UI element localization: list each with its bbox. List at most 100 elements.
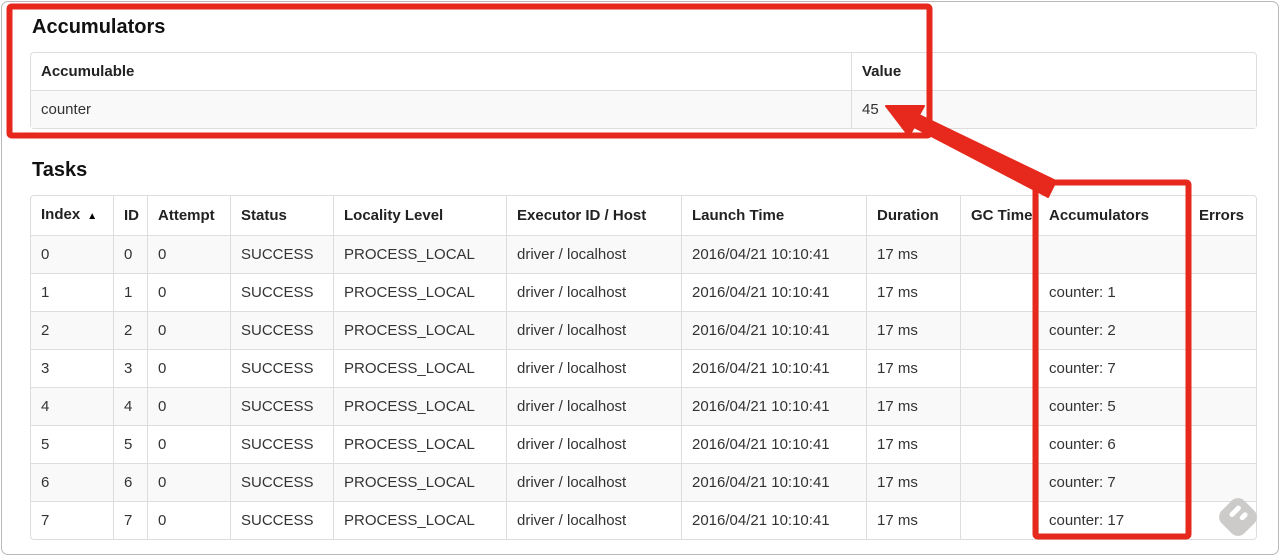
task-locality-cell: PROCESS_LOCAL [333, 349, 506, 387]
task-accumulators-cell [1038, 235, 1188, 273]
accumulator-row: counter 45 [31, 90, 1256, 128]
task-gc-time-cell [960, 501, 1038, 539]
task-launch-time-cell: 2016/04/21 10:10:41 [681, 349, 866, 387]
tasks-header-errors[interactable]: Errors [1188, 196, 1256, 235]
tasks-header-row: Index ▲ ID Attempt Status Locality Level … [31, 196, 1256, 235]
tasks-header-gc-time[interactable]: GC Time [960, 196, 1038, 235]
tasks-header-launch-time[interactable]: Launch Time [681, 196, 866, 235]
task-launch-time-cell: 2016/04/21 10:10:41 [681, 463, 866, 501]
task-id-cell: 2 [113, 311, 147, 349]
task-accumulators-cell: counter: 6 [1038, 425, 1188, 463]
task-gc-time-cell [960, 273, 1038, 311]
task-status-cell: SUCCESS [230, 273, 333, 311]
task-id-cell: 5 [113, 425, 147, 463]
task-locality-cell: PROCESS_LOCAL [333, 463, 506, 501]
tasks-header-executor-id-host[interactable]: Executor ID / Host [506, 196, 681, 235]
task-gc-time-cell [960, 387, 1038, 425]
task-id-cell: 7 [113, 501, 147, 539]
task-index-cell: 6 [31, 463, 113, 501]
task-index-cell: 4 [31, 387, 113, 425]
task-errors-cell [1188, 463, 1256, 501]
task-executor-cell: driver / localhost [506, 349, 681, 387]
task-row: 4 4 0 SUCCESS PROCESS_LOCAL driver / loc… [31, 387, 1256, 425]
task-status-cell: SUCCESS [230, 501, 333, 539]
task-gc-time-cell [960, 311, 1038, 349]
tasks-header-id[interactable]: ID [113, 196, 147, 235]
task-launch-time-cell: 2016/04/21 10:10:41 [681, 273, 866, 311]
task-errors-cell [1188, 425, 1256, 463]
task-gc-time-cell [960, 349, 1038, 387]
task-executor-cell: driver / localhost [506, 425, 681, 463]
task-row: 1 1 0 SUCCESS PROCESS_LOCAL driver / loc… [31, 273, 1256, 311]
task-id-cell: 6 [113, 463, 147, 501]
task-errors-cell [1188, 273, 1256, 311]
task-accumulators-cell: counter: 2 [1038, 311, 1188, 349]
task-attempt-cell: 0 [147, 311, 230, 349]
accumulators-table: Accumulable Value counter 45 [30, 52, 1257, 129]
task-row: 5 5 0 SUCCESS PROCESS_LOCAL driver / loc… [31, 425, 1256, 463]
tasks-header-locality-level[interactable]: Locality Level [333, 196, 506, 235]
task-attempt-cell: 0 [147, 463, 230, 501]
task-executor-cell: driver / localhost [506, 311, 681, 349]
task-accumulators-cell: counter: 7 [1038, 349, 1188, 387]
task-executor-cell: driver / localhost [506, 463, 681, 501]
task-attempt-cell: 0 [147, 349, 230, 387]
accumulable-column-header: Accumulable [41, 63, 135, 80]
task-attempt-cell: 0 [147, 273, 230, 311]
tasks-header-status[interactable]: Status [230, 196, 333, 235]
task-row: 0 0 0 SUCCESS PROCESS_LOCAL driver / loc… [31, 235, 1256, 273]
task-duration-cell: 17 ms [866, 311, 960, 349]
task-errors-cell [1188, 311, 1256, 349]
task-duration-cell: 17 ms [866, 501, 960, 539]
task-errors-cell [1188, 349, 1256, 387]
task-status-cell: SUCCESS [230, 349, 333, 387]
spark-stage-page: Accumulators Accumulable Value counter 4… [2, 2, 1278, 540]
task-attempt-cell: 0 [147, 235, 230, 273]
tasks-header-accumulators[interactable]: Accumulators [1038, 196, 1188, 235]
task-locality-cell: PROCESS_LOCAL [333, 425, 506, 463]
browser-content-window: Accumulators Accumulable Value counter 4… [1, 1, 1279, 555]
task-duration-cell: 17 ms [866, 349, 960, 387]
task-attempt-cell: 0 [147, 425, 230, 463]
task-status-cell: SUCCESS [230, 311, 333, 349]
task-row: 2 2 0 SUCCESS PROCESS_LOCAL driver / loc… [31, 311, 1256, 349]
tasks-header-index[interactable]: Index ▲ [31, 196, 113, 235]
task-attempt-cell: 0 [147, 387, 230, 425]
sort-ascending-icon: ▲ [87, 211, 98, 222]
task-errors-cell [1188, 387, 1256, 425]
task-status-cell: SUCCESS [230, 387, 333, 425]
task-attempt-cell: 0 [147, 501, 230, 539]
task-id-cell: 1 [113, 273, 147, 311]
value-column-header: Value [851, 53, 1256, 90]
task-errors-cell [1188, 501, 1256, 539]
task-gc-time-cell [960, 463, 1038, 501]
task-launch-time-cell: 2016/04/21 10:10:41 [681, 235, 866, 273]
task-index-cell: 7 [31, 501, 113, 539]
task-duration-cell: 17 ms [866, 463, 960, 501]
task-accumulators-cell: counter: 17 [1038, 501, 1188, 539]
task-accumulators-cell: counter: 7 [1038, 463, 1188, 501]
tasks-header-index-label: Index [41, 206, 81, 223]
tasks-header-duration[interactable]: Duration [866, 196, 960, 235]
task-status-cell: SUCCESS [230, 425, 333, 463]
task-launch-time-cell: 2016/04/21 10:10:41 [681, 387, 866, 425]
task-index-cell: 1 [31, 273, 113, 311]
task-errors-cell [1188, 235, 1256, 273]
task-locality-cell: PROCESS_LOCAL [333, 501, 506, 539]
task-launch-time-cell: 2016/04/21 10:10:41 [681, 425, 866, 463]
task-row: 6 6 0 SUCCESS PROCESS_LOCAL driver / loc… [31, 463, 1256, 501]
task-duration-cell: 17 ms [866, 273, 960, 311]
task-row: 3 3 0 SUCCESS PROCESS_LOCAL driver / loc… [31, 349, 1256, 387]
task-index-cell: 0 [31, 235, 113, 273]
tasks-heading: Tasks [32, 159, 88, 181]
task-index-cell: 3 [31, 349, 113, 387]
accumulable-value-cell: 45 [851, 90, 1256, 128]
task-locality-cell: PROCESS_LOCAL [333, 311, 506, 349]
task-id-cell: 0 [113, 235, 147, 273]
task-executor-cell: driver / localhost [506, 235, 681, 273]
task-launch-time-cell: 2016/04/21 10:10:41 [681, 311, 866, 349]
task-duration-cell: 17 ms [866, 425, 960, 463]
task-duration-cell: 17 ms [866, 235, 960, 273]
task-executor-cell: driver / localhost [506, 387, 681, 425]
tasks-header-attempt[interactable]: Attempt [147, 196, 230, 235]
